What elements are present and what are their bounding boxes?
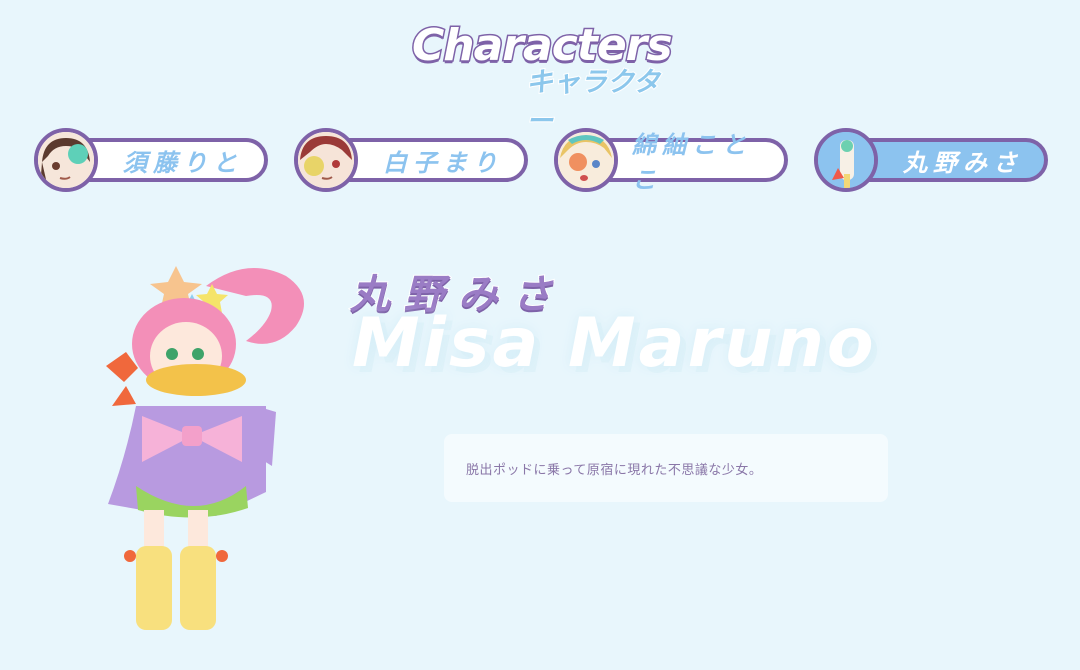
kotoko-avatar-icon (554, 128, 618, 192)
rito-avatar-icon (34, 128, 98, 192)
tab-label: 須藤りと (123, 148, 243, 177)
misa-avatar-icon (814, 128, 878, 192)
character-name-en: Misa Maruno (352, 304, 877, 383)
tab-label: 綿紬ことこ (632, 131, 752, 194)
character-description: 脱出ポッドに乗って原宿に現れた不思議な少女。 (466, 462, 763, 478)
tab-mari[interactable]: 白子まり (294, 128, 528, 192)
character-illustration (96, 256, 326, 640)
tab-label: 白子まり (383, 148, 503, 177)
tab-rito[interactable]: 須藤りと (34, 128, 268, 192)
tab-misa[interactable]: 丸野みさ (814, 128, 1048, 192)
tab-label: 丸野みさ (903, 148, 1023, 177)
characters-page: Characters キャラクター 須藤りと 白子まり 綿紬ことこ 丸野みさ 丸… (0, 0, 1080, 670)
tab-kotoko[interactable]: 綿紬ことこ (554, 128, 788, 194)
characters-logo: Characters キャラクター (411, 19, 682, 139)
character-description-box: 脱出ポッドに乗って原宿に現れた不思議な少女。 (444, 434, 888, 502)
character-tabs: 須藤りと 白子まり 綿紬ことこ 丸野みさ (0, 128, 1080, 200)
mari-avatar-icon (294, 128, 358, 192)
